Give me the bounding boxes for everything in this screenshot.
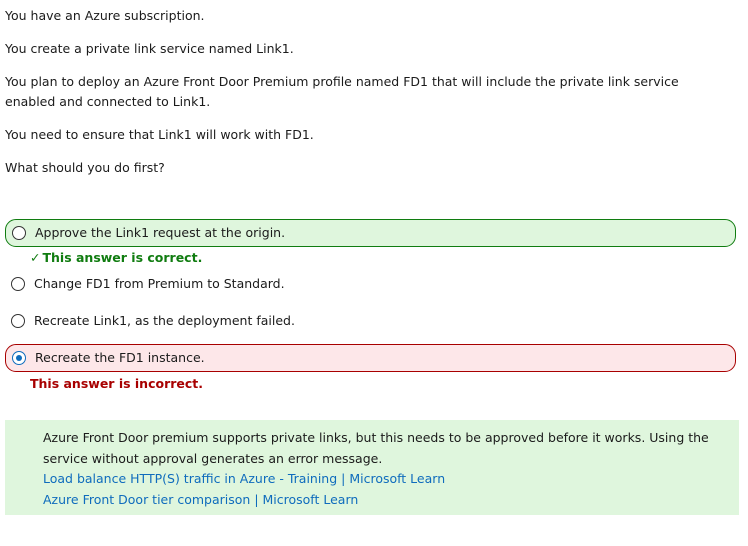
incorrect-feedback: This answer is incorrect.: [30, 376, 204, 391]
explanation-text: Azure Front Door premium supports privat…: [43, 430, 709, 466]
question-line: You plan to deploy an Azure Front Door P…: [5, 74, 679, 109]
reference-link-tier-comparison[interactable]: Azure Front Door tier comparison | Micro…: [43, 490, 719, 511]
answer-option-1[interactable]: Approve the Link1 request at the origin.: [5, 219, 736, 247]
answer-option-label: Change FD1 from Premium to Standard.: [34, 276, 285, 291]
reference-link-training[interactable]: Load balance HTTP(S) traffic in Azure - …: [43, 469, 719, 490]
correct-feedback: ✓ This answer is correct.: [30, 249, 202, 267]
answer-option-label: Approve the Link1 request at the origin.: [35, 225, 286, 240]
question-line: You create a private link service named …: [5, 41, 294, 56]
answer-option-4[interactable]: Recreate the FD1 instance.: [5, 344, 736, 372]
radio-button-icon[interactable]: [12, 226, 26, 240]
radio-button-icon[interactable]: [11, 314, 25, 328]
answer-option-3[interactable]: Recreate Link1, as the deployment failed…: [5, 307, 736, 335]
correct-feedback-text: This answer is correct.: [42, 250, 203, 265]
checkmark-icon: ✓: [30, 250, 41, 265]
radio-button-icon[interactable]: [11, 277, 25, 291]
question-line: You have an Azure subscription.: [5, 8, 205, 23]
explanation-panel: Azure Front Door premium supports privat…: [5, 420, 739, 515]
answer-option-label: Recreate Link1, as the deployment failed…: [34, 313, 295, 328]
radio-button-selected-icon[interactable]: [12, 351, 26, 365]
question-line: What should you do first?: [5, 160, 165, 175]
answer-option-label: Recreate the FD1 instance.: [35, 350, 205, 365]
question-text: You have an Azure subscription. You crea…: [5, 6, 705, 178]
question-line: You need to ensure that Link1 will work …: [5, 127, 314, 142]
answer-option-2[interactable]: Change FD1 from Premium to Standard.: [5, 270, 736, 298]
